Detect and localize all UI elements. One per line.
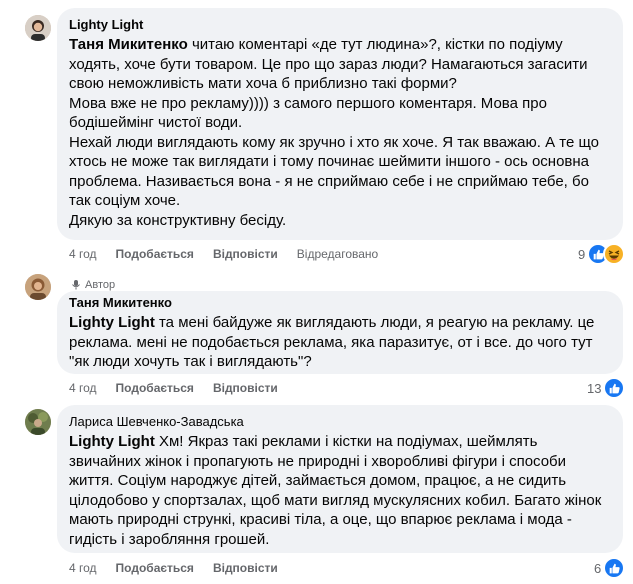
avatar-photo-icon — [25, 15, 51, 41]
comment-text: Таня Микитенко читаю коментарі «де тут л… — [69, 35, 611, 230]
comment-paragraph: Дякую за конструктивну бесіду. — [69, 211, 287, 229]
like-icon — [603, 557, 626, 579]
avatar[interactable] — [25, 409, 51, 435]
mention-link[interactable]: Lighty Light — [69, 433, 155, 450]
timestamp[interactable]: 4 год — [69, 247, 97, 261]
avatar[interactable] — [25, 15, 51, 41]
microphone-icon — [72, 280, 80, 290]
reaction-summary[interactable]: 13 — [587, 377, 626, 399]
haha-icon — [603, 243, 626, 265]
comment-bubble: Лариса Шевченко-Завадська Lighty Light Х… — [57, 405, 623, 553]
edited-label[interactable]: Відредаговано — [297, 247, 378, 261]
like-button[interactable]: Подобається — [116, 381, 194, 395]
avatar[interactable] — [25, 274, 51, 300]
reaction-count: 6 — [594, 560, 602, 576]
comment-actions: 4 год Подобається Відповісти Відредагова… — [69, 247, 397, 261]
comment-author[interactable]: Лариса Шевченко-Завадська — [69, 413, 611, 430]
comment-paragraph: Мова вже не про рекламу)))) з самого пер… — [69, 94, 547, 132]
timestamp[interactable]: 4 год — [69, 561, 97, 575]
like-button[interactable]: Подобається — [116, 561, 194, 575]
reaction-summary[interactable]: 9 — [578, 243, 626, 265]
comment-paragraph: Нехай люди виглядають кому як зручно і х… — [69, 133, 599, 210]
comment-author[interactable]: Таня Микитенко — [69, 294, 611, 311]
comment-text: Lighty Light та мені байдуже як виглядаю… — [69, 313, 611, 372]
comment-actions: 4 год Подобається Відповісти — [69, 561, 297, 575]
reply-button[interactable]: Відповісти — [213, 561, 278, 575]
reaction-summary[interactable]: 6 — [594, 557, 626, 579]
comment-actions: 4 год Подобається Відповісти — [69, 381, 297, 395]
avatar-photo-icon — [25, 409, 51, 435]
comment-author[interactable]: Lighty Light — [69, 16, 611, 33]
avatar-photo-icon — [25, 274, 51, 300]
comment-bubble: Lighty Light Таня Микитенко читаю комент… — [57, 8, 623, 240]
comment-bubble: Таня Микитенко Lighty Light та мені байд… — [57, 291, 623, 374]
comment-paragraph: Lighty Light Хм! Якраз такі реклами і кі… — [69, 433, 602, 548]
comment-paragraph: Lighty Light та мені байдуже як виглядаю… — [69, 314, 595, 370]
reaction-count: 9 — [578, 246, 586, 262]
reply-button[interactable]: Відповісти — [213, 247, 278, 261]
comment-paragraph: Таня Микитенко читаю коментарі «де тут л… — [69, 36, 588, 92]
comment-text: Lighty Light Хм! Якраз такі реклами і кі… — [69, 432, 611, 549]
like-button[interactable]: Подобається — [116, 247, 194, 261]
like-icon — [603, 377, 626, 399]
reply-button[interactable]: Відповісти — [213, 381, 278, 395]
author-badge: Автор — [70, 279, 115, 291]
mention-link[interactable]: Lighty Light — [69, 314, 155, 331]
reaction-count: 13 — [587, 380, 602, 396]
mention-link[interactable]: Таня Микитенко — [69, 36, 188, 53]
timestamp[interactable]: 4 год — [69, 381, 97, 395]
author-label: Автор — [85, 279, 116, 291]
